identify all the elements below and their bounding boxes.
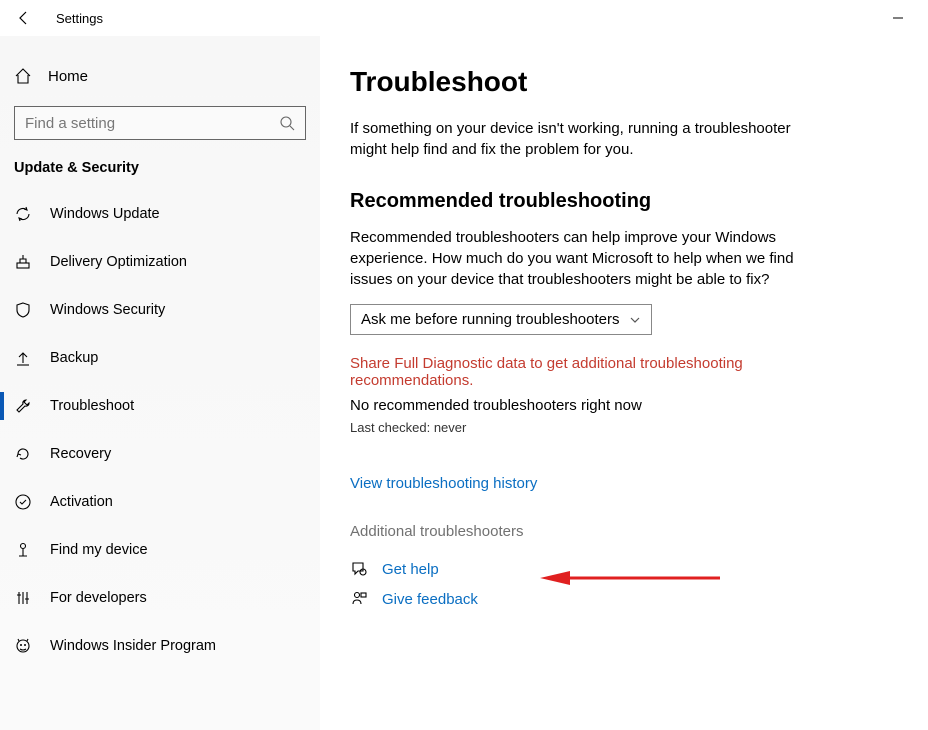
give-feedback-link[interactable]: Give feedback xyxy=(382,591,478,608)
minimize-button[interactable] xyxy=(878,4,918,32)
sidebar-item-label: Delivery Optimization xyxy=(50,254,187,270)
page-title: Troubleshoot xyxy=(350,66,898,98)
get-help-link[interactable]: Get help xyxy=(382,561,439,578)
sync-icon xyxy=(14,205,32,223)
sidebar-item-delivery-optimization[interactable]: Delivery Optimization xyxy=(0,238,320,286)
no-recommended-text: No recommended troubleshooters right now xyxy=(350,397,898,414)
sidebar-item-label: Windows Insider Program xyxy=(50,638,216,654)
view-history-link[interactable]: View troubleshooting history xyxy=(350,475,537,492)
additional-troubleshooters-label: Additional troubleshooters xyxy=(350,523,523,540)
recommended-title: Recommended troubleshooting xyxy=(350,190,898,213)
check-circle-icon xyxy=(14,493,32,511)
recovery-icon xyxy=(14,445,32,463)
additional-troubleshooters-link[interactable]: Additional troubleshooters xyxy=(350,523,898,540)
wrench-icon xyxy=(14,397,32,415)
sidebar-section-label: Update & Security xyxy=(0,158,320,190)
sidebar-item-label: Windows Update xyxy=(50,206,160,222)
troubleshoot-preference-select[interactable]: Ask me before running troubleshooters xyxy=(350,304,652,335)
sidebar-item-windows-insider[interactable]: Windows Insider Program xyxy=(0,622,320,670)
sidebar-item-windows-security[interactable]: Windows Security xyxy=(0,286,320,334)
sidebar-item-troubleshoot[interactable]: Troubleshoot xyxy=(0,382,320,430)
backup-icon xyxy=(14,349,32,367)
window-title: Settings xyxy=(56,11,103,26)
sidebar-item-label: Recovery xyxy=(50,446,111,462)
titlebar: Settings xyxy=(0,0,928,36)
back-button[interactable] xyxy=(10,4,38,32)
last-checked-text: Last checked: never xyxy=(350,420,898,435)
shield-icon xyxy=(14,301,32,319)
search-input[interactable] xyxy=(25,115,279,132)
sidebar-item-recovery[interactable]: Recovery xyxy=(0,430,320,478)
sidebar: Home Update & Security Windows Update De… xyxy=(0,36,320,730)
diagnostic-warning[interactable]: Share Full Diagnostic data to get additi… xyxy=(350,355,820,389)
developer-icon xyxy=(14,589,32,607)
chevron-down-icon xyxy=(629,314,641,326)
feedback-icon xyxy=(350,590,368,608)
sidebar-item-find-my-device[interactable]: Find my device xyxy=(0,526,320,574)
delivery-icon xyxy=(14,253,32,271)
home-label: Home xyxy=(48,68,88,85)
sidebar-item-label: Windows Security xyxy=(50,302,165,318)
sidebar-item-label: Backup xyxy=(50,350,98,366)
sidebar-item-label: Find my device xyxy=(50,542,148,558)
sidebar-item-label: Troubleshoot xyxy=(50,398,134,414)
search-icon xyxy=(279,115,295,131)
sidebar-item-label: Activation xyxy=(50,494,113,510)
give-feedback-row[interactable]: Give feedback xyxy=(350,590,898,608)
intro-text: If something on your device isn't workin… xyxy=(350,118,820,160)
insider-icon xyxy=(14,637,32,655)
sidebar-item-windows-update[interactable]: Windows Update xyxy=(0,190,320,238)
home-nav[interactable]: Home xyxy=(0,56,320,96)
home-icon xyxy=(14,67,32,85)
annotation-arrow xyxy=(540,568,720,588)
sidebar-item-label: For developers xyxy=(50,590,147,606)
main-content: Troubleshoot If something on your device… xyxy=(320,36,928,730)
sidebar-item-activation[interactable]: Activation xyxy=(0,478,320,526)
recommended-body: Recommended troubleshooters can help imp… xyxy=(350,227,820,290)
help-icon xyxy=(350,560,368,578)
sidebar-item-for-developers[interactable]: For developers xyxy=(0,574,320,622)
location-icon xyxy=(14,541,32,559)
search-box[interactable] xyxy=(14,106,306,140)
sidebar-item-backup[interactable]: Backup xyxy=(0,334,320,382)
select-value: Ask me before running troubleshooters xyxy=(361,311,619,328)
